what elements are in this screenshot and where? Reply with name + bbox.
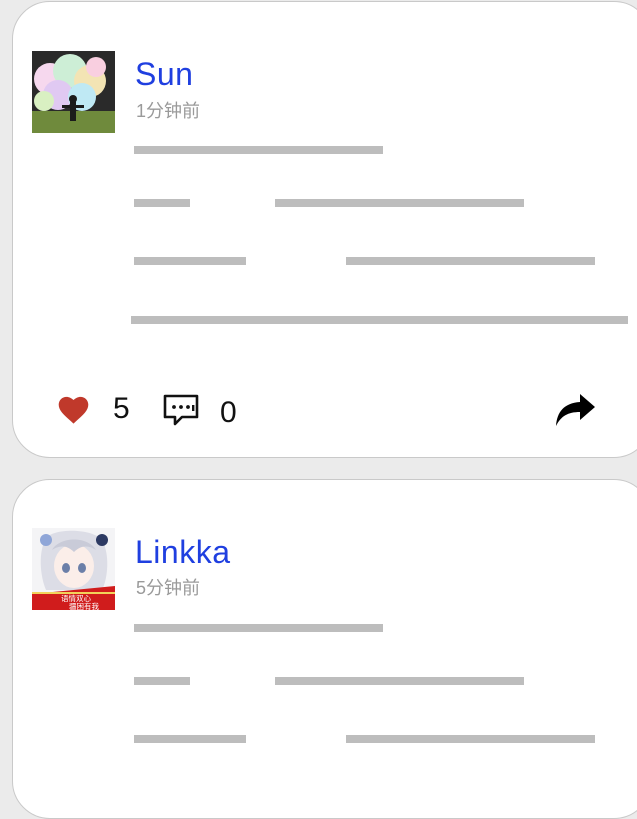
author-name[interactable]: Linkka — [135, 534, 231, 570]
comment-icon[interactable] — [162, 393, 200, 429]
like-count: 5 — [113, 392, 130, 425]
post-card[interactable]: Sun 1分钟前 5 0 — [12, 1, 637, 458]
content-line — [346, 257, 595, 265]
cloud-landscape-avatar-icon — [32, 51, 115, 133]
content-line — [134, 735, 246, 743]
anime-girl-avatar-icon: 语情双心 疆困有我 — [32, 528, 115, 610]
content-line — [134, 257, 246, 265]
content-line — [134, 677, 190, 685]
content-line — [134, 146, 383, 154]
share-icon[interactable] — [554, 391, 596, 429]
content-line — [134, 624, 383, 632]
heart-icon[interactable] — [56, 394, 91, 425]
content-line — [134, 199, 190, 207]
content-line — [275, 199, 524, 207]
post-time: 1分钟前 — [136, 101, 201, 121]
avatar-caption-line: 疆困有我 — [69, 601, 99, 610]
post-time: 5分钟前 — [136, 578, 201, 598]
post-card[interactable]: 语情双心 疆困有我 Linkka 5分钟前 — [12, 479, 637, 819]
avatar[interactable]: 语情双心 疆困有我 — [32, 528, 115, 610]
comment-count: 0 — [220, 396, 237, 429]
author-name[interactable]: Sun — [135, 56, 193, 92]
avatar[interactable] — [32, 51, 115, 133]
content-line — [131, 316, 628, 324]
content-line — [346, 735, 595, 743]
content-line — [275, 677, 524, 685]
